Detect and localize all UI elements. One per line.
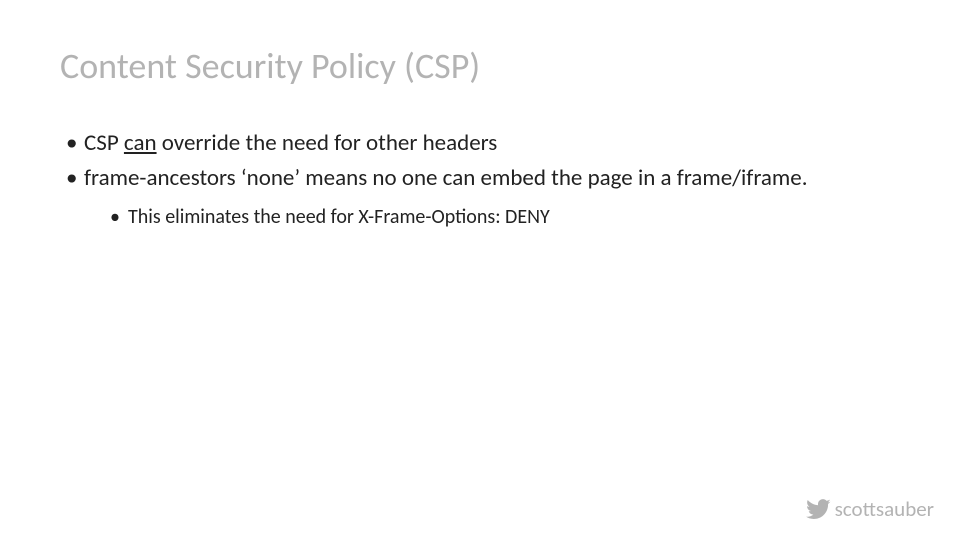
twitter-icon: [806, 499, 831, 520]
twitter-handle: scottsauber: [835, 496, 934, 522]
slide: Content Security Policy (CSP) CSP can ov…: [0, 0, 960, 540]
bullet-1-pre: CSP: [84, 129, 124, 157]
bullet-item-1: CSP can override the need for other head…: [66, 128, 900, 159]
sub-bullet-item-1: This eliminates the need for X-Frame-Opt…: [110, 204, 900, 231]
bullet-list: CSP can override the need for other head…: [60, 128, 900, 231]
sub-bullet-list: This eliminates the need for X-Frame-Opt…: [84, 204, 900, 231]
bullet-item-2: frame-ancestors ‘none’ means no one can …: [66, 163, 900, 231]
bullet-1-post: override the need for other headers: [157, 129, 498, 157]
footer: scottsauber: [806, 496, 934, 522]
sub-bullet-1-text: This eliminates the need for X-Frame-Opt…: [128, 205, 550, 229]
bullet-1-can: can: [124, 129, 157, 157]
page-title: Content Security Policy (CSP): [60, 44, 900, 88]
bullet-2-text: frame-ancestors ‘none’ means no one can …: [84, 164, 808, 192]
